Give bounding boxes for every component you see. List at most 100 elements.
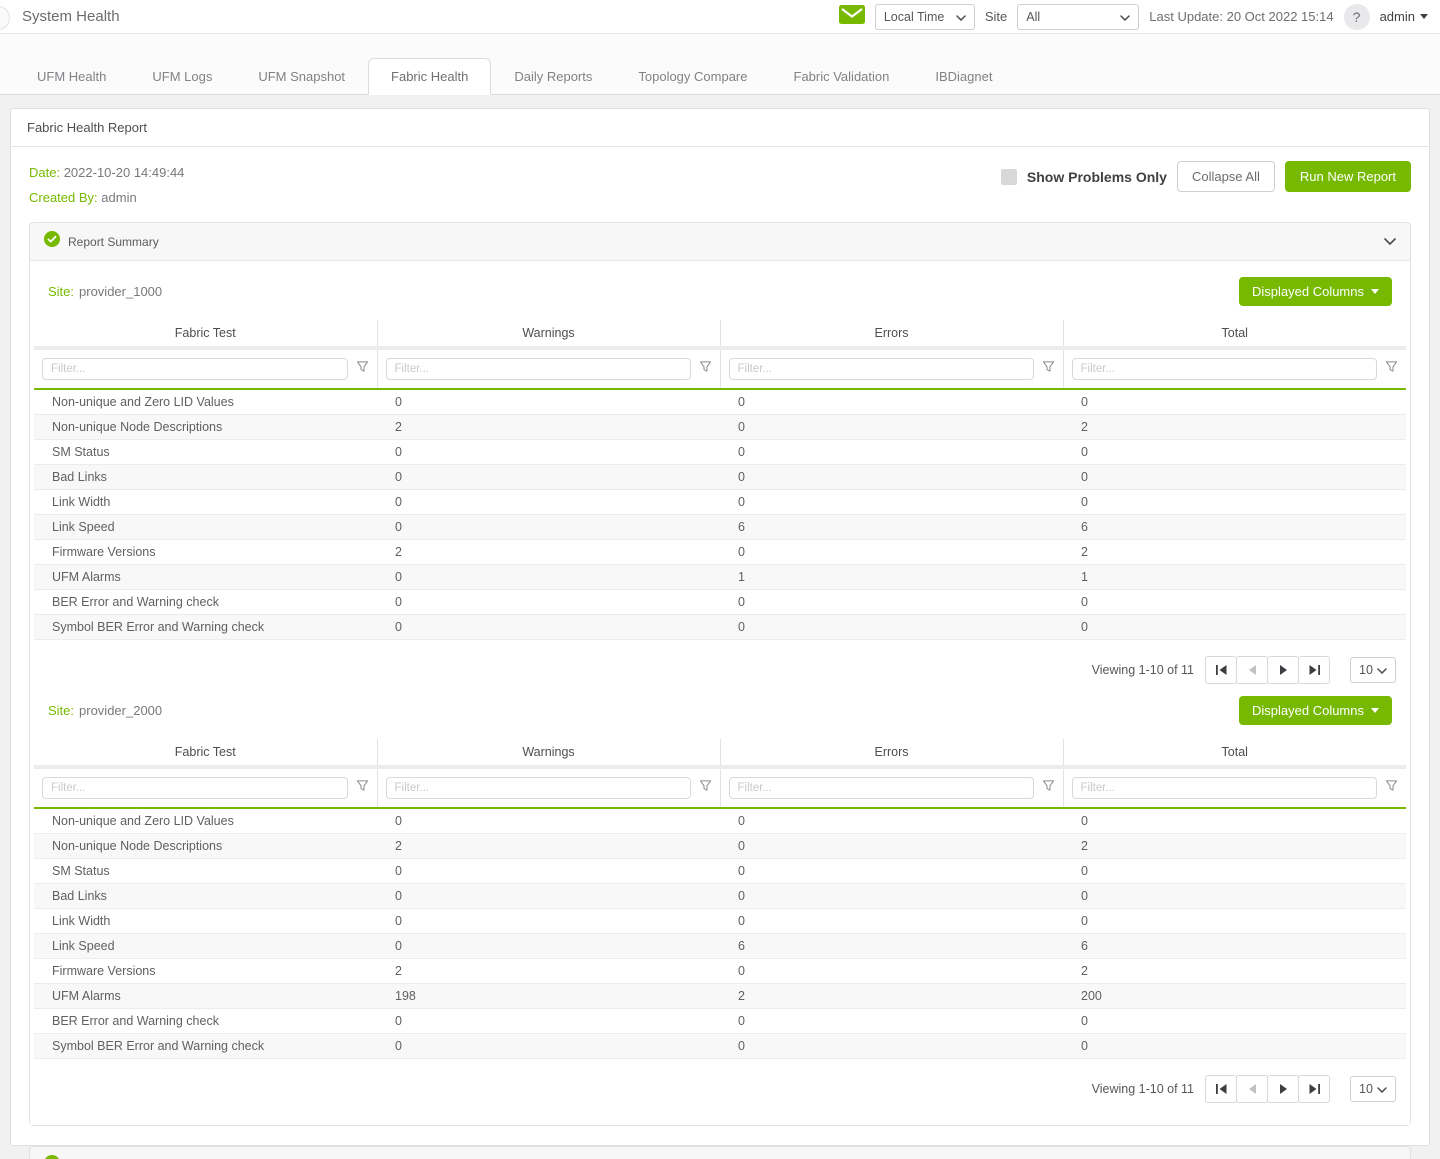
cell-errors: 0	[720, 615, 1063, 640]
messages-button[interactable]	[839, 5, 865, 29]
cell-warnings: 0	[377, 615, 720, 640]
next-page-button[interactable]	[1267, 1075, 1299, 1103]
cell-warnings: 0	[377, 1009, 720, 1034]
funnel-icon[interactable]	[699, 779, 712, 797]
show-problems-checkbox[interactable]	[1001, 169, 1017, 185]
viewing-text: Viewing 1-10 of 11	[1092, 1082, 1194, 1096]
table-row: Bad Links000	[34, 465, 1406, 490]
date-value: 2022-10-20 14:49:44	[64, 165, 185, 180]
tab-ufm-health[interactable]: UFM Health	[14, 58, 129, 95]
prev-page-button[interactable]	[1236, 1075, 1268, 1103]
table-row: Non-unique and Zero LID Values000	[34, 808, 1406, 834]
last-update: Last Update: 20 Oct 2022 15:14	[1149, 9, 1333, 24]
funnel-icon[interactable]	[1385, 360, 1398, 378]
tab-fabric-health[interactable]: Fabric Health	[368, 58, 491, 95]
column-warnings: Warnings	[377, 320, 720, 348]
funnel-icon[interactable]	[356, 360, 369, 378]
table-row: Symbol BER Error and Warning check000	[34, 615, 1406, 640]
sidebar-toggle[interactable]	[0, 6, 10, 30]
last-page-button[interactable]	[1298, 1075, 1330, 1103]
first-page-button[interactable]	[1205, 1075, 1237, 1103]
cell-total: 2	[1063, 834, 1406, 859]
last-page-button[interactable]	[1298, 656, 1330, 684]
filter-input[interactable]	[386, 777, 691, 799]
funnel-icon[interactable]	[1042, 360, 1055, 378]
filter-input[interactable]	[42, 358, 348, 380]
cell-errors: 2	[720, 984, 1063, 1009]
fabric-summary-panel: Fabric Summary	[29, 1146, 1411, 1159]
time-mode-select[interactable]: Local Time	[875, 4, 975, 30]
cell-total: 6	[1063, 515, 1406, 540]
filter-input[interactable]	[729, 358, 1034, 380]
tab-ufm-logs[interactable]: UFM Logs	[129, 58, 235, 95]
run-new-report-button[interactable]: Run New Report	[1285, 161, 1411, 192]
table-row: BER Error and Warning check000	[34, 590, 1406, 615]
tab-ufm-snapshot[interactable]: UFM Snapshot	[235, 58, 368, 95]
cell-errors: 0	[720, 959, 1063, 984]
column-fabric-test: Fabric Test	[34, 739, 377, 767]
cell-total: 0	[1063, 859, 1406, 884]
site-name: provider_1000	[79, 284, 162, 299]
chevron-down-icon	[1420, 14, 1428, 19]
page-size-value: 10	[1359, 663, 1373, 677]
cell-total: 0	[1063, 490, 1406, 515]
displayed-columns-button[interactable]: Displayed Columns	[1239, 696, 1392, 725]
filter-input[interactable]	[386, 358, 691, 380]
table-row: Symbol BER Error and Warning check000	[34, 1034, 1406, 1059]
fabric-summary-header[interactable]: Fabric Summary	[30, 1147, 1410, 1159]
tab-daily-reports[interactable]: Daily Reports	[491, 58, 615, 95]
funnel-icon[interactable]	[1042, 779, 1055, 797]
site-select[interactable]: All	[1017, 4, 1139, 30]
content-area: Fabric Health Report Date: 2022-10-20 14…	[0, 95, 1440, 1159]
cell-errors: 0	[720, 540, 1063, 565]
tab-topology-compare[interactable]: Topology Compare	[615, 58, 770, 95]
table-header-row: Fabric Test Warnings Errors Total	[34, 739, 1406, 767]
cell-errors: 0	[720, 1034, 1063, 1059]
cell-warnings: 198	[377, 984, 720, 1009]
cell-test: BER Error and Warning check	[34, 1009, 377, 1034]
card-title: Fabric Health Report	[11, 109, 1429, 147]
column-fabric-test: Fabric Test	[34, 320, 377, 348]
user-menu[interactable]: admin	[1380, 9, 1428, 24]
cell-test: Non-unique Node Descriptions	[34, 834, 377, 859]
table-row: Non-unique and Zero LID Values000	[34, 389, 1406, 415]
cell-total: 200	[1063, 984, 1406, 1009]
cell-test: SM Status	[34, 440, 377, 465]
report-summary-header[interactable]: Report Summary	[30, 223, 1410, 260]
next-page-button[interactable]	[1267, 656, 1299, 684]
prev-page-button[interactable]	[1236, 656, 1268, 684]
filter-input[interactable]	[1072, 358, 1378, 380]
displayed-columns-button[interactable]: Displayed Columns	[1239, 277, 1392, 306]
chevron-down-icon[interactable]	[1384, 238, 1396, 245]
filter-input[interactable]	[729, 777, 1034, 799]
tab-fabric-validation[interactable]: Fabric Validation	[771, 58, 913, 95]
cell-total: 0	[1063, 465, 1406, 490]
funnel-icon[interactable]	[1385, 779, 1398, 797]
tab-ibdiagnet[interactable]: IBDiagnet	[912, 58, 1015, 95]
cell-warnings: 2	[377, 540, 720, 565]
caret-down-icon	[1371, 289, 1379, 294]
table-row: SM Status000	[34, 859, 1406, 884]
funnel-icon[interactable]	[356, 779, 369, 797]
fabric-test-table-site1: Fabric Test Warnings Errors Total	[34, 320, 1406, 640]
filter-row	[34, 767, 1406, 808]
help-button[interactable]: ?	[1344, 4, 1370, 30]
displayed-columns-label: Displayed Columns	[1252, 284, 1364, 299]
chevron-down-icon	[1377, 663, 1387, 677]
cell-errors: 0	[720, 590, 1063, 615]
cell-warnings: 0	[377, 515, 720, 540]
cell-warnings: 2	[377, 834, 720, 859]
page-size-select[interactable]: 10	[1350, 1076, 1396, 1102]
cell-total: 2	[1063, 415, 1406, 440]
filter-input[interactable]	[42, 777, 348, 799]
collapse-all-button[interactable]: Collapse All	[1177, 161, 1275, 192]
first-page-button[interactable]	[1205, 656, 1237, 684]
funnel-icon[interactable]	[699, 360, 712, 378]
show-problems-label: Show Problems Only	[1027, 169, 1167, 185]
cell-test: BER Error and Warning check	[34, 590, 377, 615]
filter-input[interactable]	[1072, 777, 1378, 799]
page-size-select[interactable]: 10	[1350, 657, 1396, 683]
table-row: Link Width000	[34, 909, 1406, 934]
cell-test: Firmware Versions	[34, 959, 377, 984]
table-row: Link Speed066	[34, 515, 1406, 540]
